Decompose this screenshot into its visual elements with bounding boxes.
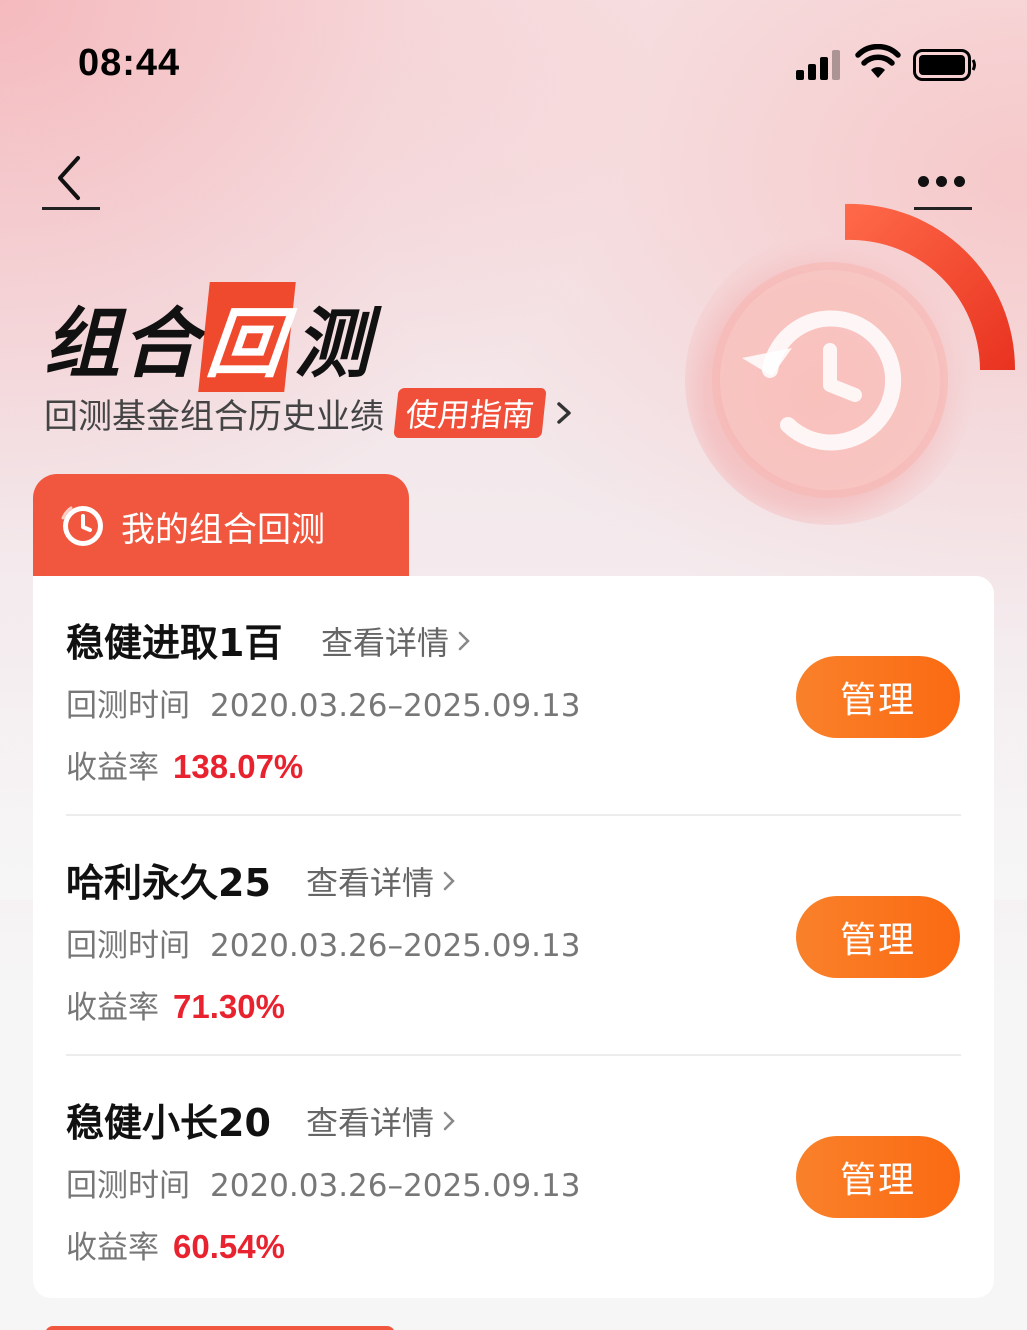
- portfolio-name: 稳健进取1百: [66, 621, 283, 665]
- history-clock-illustration: [685, 203, 1016, 525]
- more-dots-icon: [918, 176, 965, 187]
- list-item: 稳健进取1百 查看详情 回测时间 2020.03.26–2025.09.13 收益…: [33, 576, 994, 816]
- return-value: 71.30%: [173, 988, 285, 1025]
- hero-subtitle-row: 回测基金组合历史业绩 使用指南: [44, 388, 574, 438]
- backtest-list: 稳健进取1百 查看详情 回测时间 2020.03.26–2025.09.13 收益…: [33, 576, 994, 1298]
- return-rate: 收益率 71.30%: [66, 988, 285, 1026]
- hero-subtitle: 回测基金组合历史业绩: [44, 396, 384, 437]
- tab-my-backtests[interactable]: 我的组合回测: [33, 474, 409, 578]
- backtest-period: 回测时间 2020.03.26–2025.09.13: [66, 928, 581, 964]
- portfolio-name: 稳健小长20: [66, 1101, 271, 1145]
- wifi-icon: [855, 44, 901, 78]
- return-rate: 收益率 138.07%: [66, 748, 304, 786]
- chevron-right-icon: [458, 631, 470, 651]
- view-detail-link[interactable]: 查看详情: [321, 618, 471, 664]
- return-value: 60.54%: [173, 1228, 285, 1265]
- back-button[interactable]: [42, 150, 100, 210]
- page-title: 组合回测: [44, 282, 372, 392]
- chevron-right-icon: [443, 1111, 455, 1131]
- return-rate: 收益率 60.54%: [66, 1228, 285, 1266]
- chevron-right-icon[interactable]: [554, 398, 574, 428]
- manage-button[interactable]: 管理: [796, 656, 960, 738]
- tab-label: 我的组合回测: [121, 509, 325, 550]
- portfolio-name: 哈利永久25: [66, 861, 271, 905]
- view-detail-link[interactable]: 查看详情: [306, 1098, 456, 1144]
- return-value: 138.07%: [173, 748, 304, 785]
- chevron-left-icon: [58, 156, 80, 200]
- list-item: 稳健小长20 查看详情 回测时间 2020.03.26–2025.09.13 收益…: [33, 1056, 994, 1296]
- chevron-right-icon: [443, 871, 455, 891]
- view-detail-link[interactable]: 查看详情: [306, 858, 456, 904]
- guide-link[interactable]: 使用指南: [393, 388, 547, 438]
- manage-button[interactable]: 管理: [796, 896, 960, 978]
- next-section-tab: [45, 1326, 395, 1330]
- backtest-period: 回测时间 2020.03.26–2025.09.13: [66, 1168, 581, 1204]
- cellular-signal-icon: [796, 50, 842, 80]
- status-bar: 08:44: [0, 0, 1027, 120]
- clock-icon: [61, 506, 103, 546]
- backtest-period: 回测时间 2020.03.26–2025.09.13: [66, 688, 581, 724]
- battery-icon: [913, 49, 976, 81]
- status-time: 08:44: [78, 42, 181, 84]
- title-highlight: 回: [198, 282, 296, 392]
- list-item: 哈利永久25 查看详情 回测时间 2020.03.26–2025.09.13 收益…: [33, 816, 994, 1056]
- manage-button[interactable]: 管理: [796, 1136, 960, 1218]
